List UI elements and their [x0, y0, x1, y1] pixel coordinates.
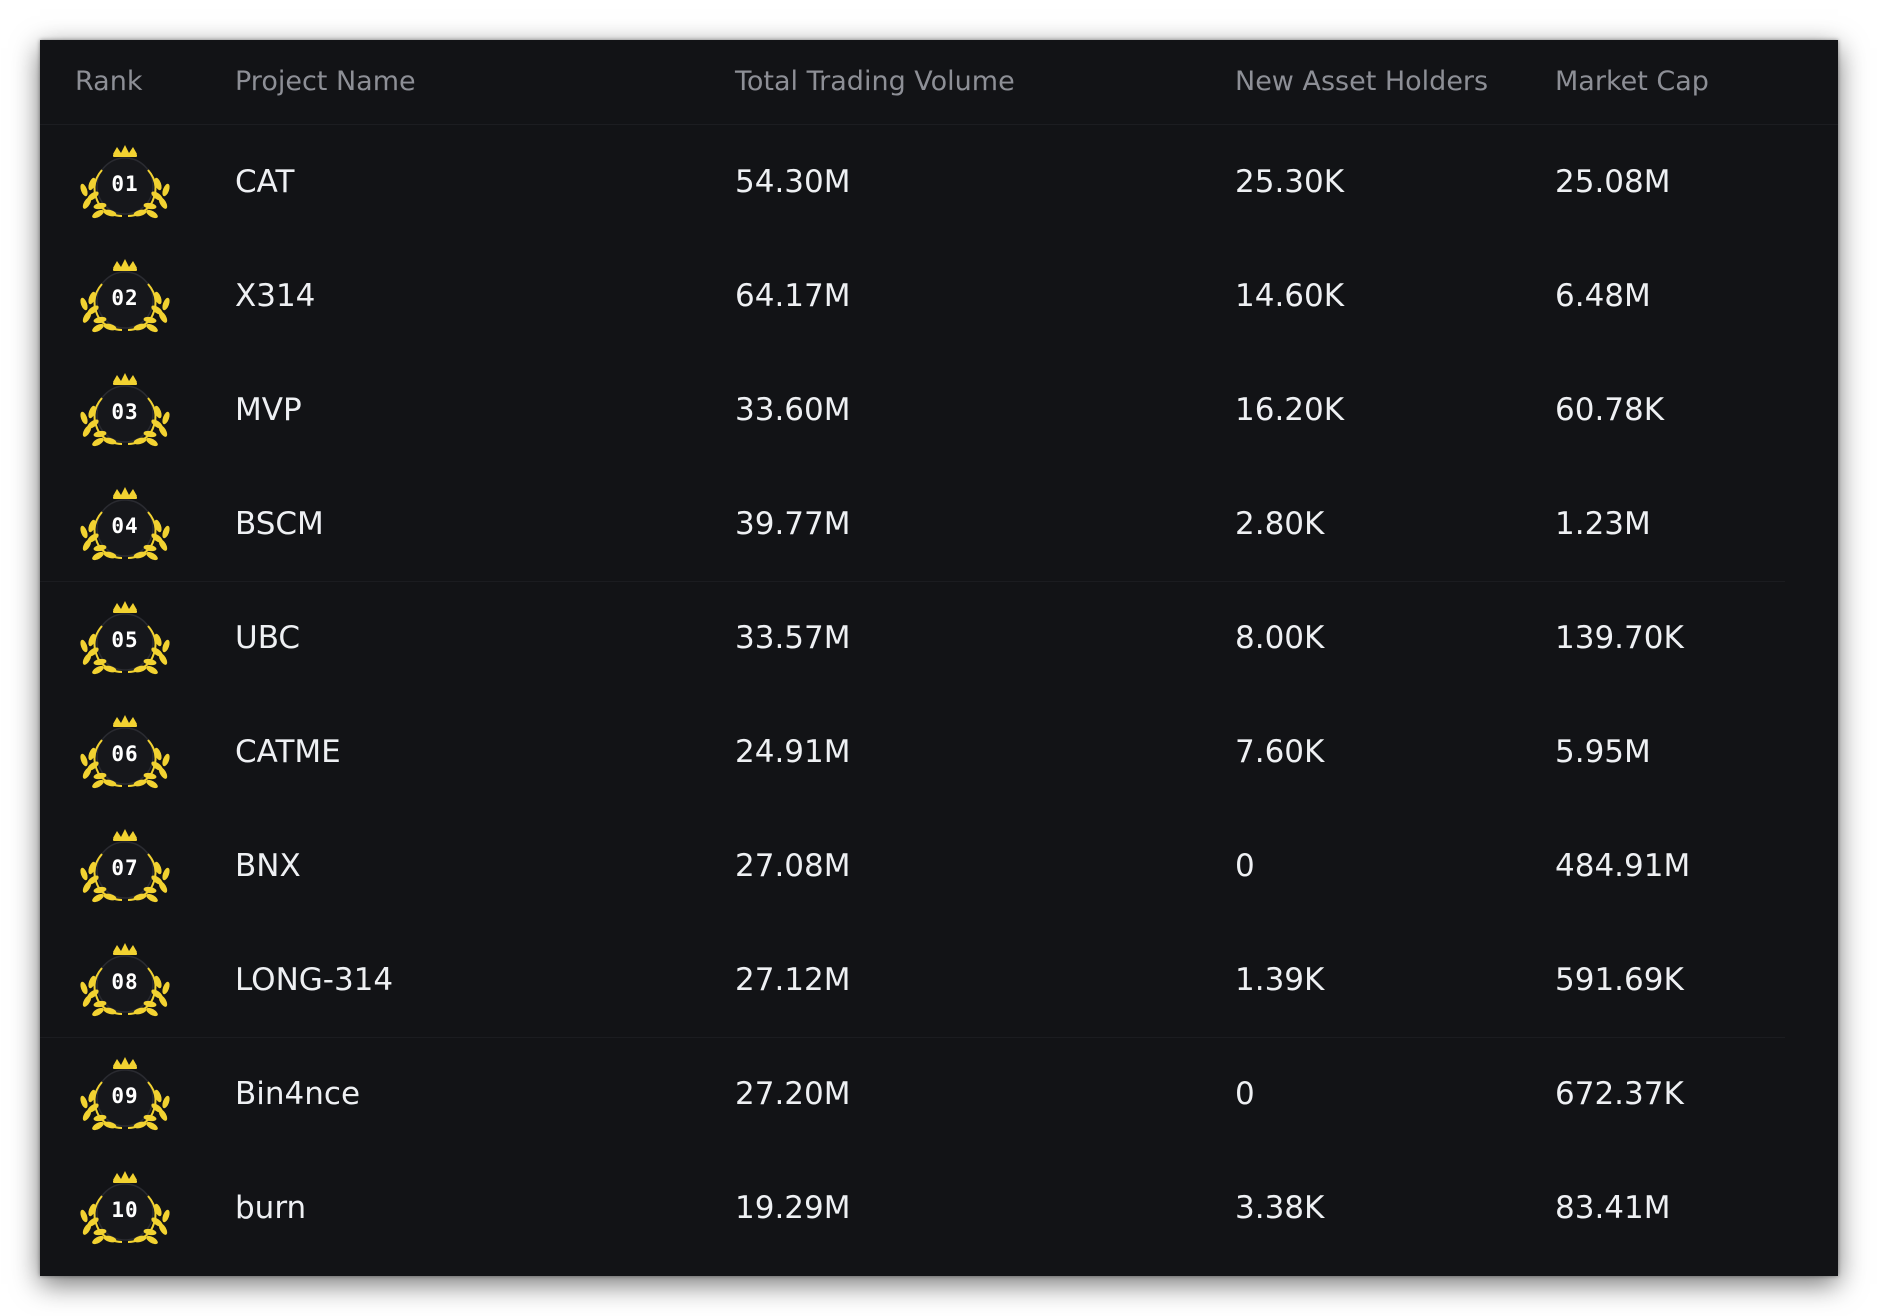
rank-number: 05	[111, 628, 139, 652]
rank-number: 07	[111, 856, 139, 880]
rank-badge: 10	[70, 1166, 180, 1252]
rank-badge: 09	[70, 1052, 180, 1138]
rank-badge: 03	[70, 368, 180, 454]
table-row[interactable]: 05 UBC 33.57M 8.00K 139.70K	[40, 581, 1785, 695]
total-trading-volume: 27.12M	[735, 962, 851, 998]
total-trading-volume: 27.08M	[735, 848, 851, 884]
market-cap: 83.41M	[1555, 1190, 1671, 1226]
rank-number: 03	[111, 400, 139, 424]
project-name[interactable]: LONG-314	[235, 923, 393, 1037]
ranking-table: Rank Project Name Total Trading Volume N…	[40, 40, 1838, 1276]
total-trading-volume: 27.20M	[735, 1076, 851, 1112]
header-market-cap[interactable]: Market Cap	[1555, 40, 1709, 124]
project-name[interactable]: UBC	[235, 581, 300, 695]
rank-number: 01	[111, 172, 139, 196]
project-name[interactable]: CAT	[235, 125, 294, 239]
rank-number: 02	[111, 286, 139, 310]
table-row[interactable]: 04 BSCM 39.77M 2.80K 1.23M	[40, 467, 1785, 582]
rank-badge: 04	[70, 482, 180, 568]
rank-badge: 07	[70, 824, 180, 910]
project-name[interactable]: BNX	[235, 809, 301, 923]
rank-badge: 06	[70, 710, 180, 796]
total-trading-volume: 54.30M	[735, 164, 851, 200]
project-name[interactable]: BSCM	[235, 467, 324, 581]
table-header: Rank Project Name Total Trading Volume N…	[40, 40, 1838, 125]
table-row[interactable]: 08 LONG-314 27.12M 1.39K 591.69K	[40, 923, 1785, 1038]
market-cap: 25.08M	[1555, 164, 1671, 200]
header-project-name[interactable]: Project Name	[235, 40, 416, 124]
rank-badge: 05	[70, 596, 180, 682]
rank-number: 09	[111, 1084, 139, 1108]
market-cap: 672.37K	[1555, 1076, 1684, 1112]
new-asset-holders: 16.20K	[1235, 392, 1345, 428]
header-new-asset-holders[interactable]: New Asset Holders	[1235, 40, 1488, 124]
new-asset-holders: 1.39K	[1235, 962, 1325, 998]
table-row[interactable]: 06 CATME 24.91M 7.60K 5.95M	[40, 695, 1785, 809]
table-row[interactable]: 03 MVP 33.60M 16.20K 60.78K	[40, 353, 1785, 467]
total-trading-volume: 39.77M	[735, 506, 851, 542]
project-name[interactable]: Bin4nce	[235, 1037, 360, 1151]
rank-number: 04	[111, 514, 139, 538]
rank-badge: 01	[70, 140, 180, 226]
total-trading-volume: 64.17M	[735, 278, 851, 314]
market-cap: 591.69K	[1555, 962, 1684, 998]
rank-number: 06	[111, 742, 139, 766]
new-asset-holders: 25.30K	[1235, 164, 1345, 200]
table-row[interactable]: 01 CAT 54.30M 25.30K 25.08M	[40, 125, 1785, 239]
rank-badge: 02	[70, 254, 180, 340]
market-cap: 5.95M	[1555, 734, 1651, 770]
new-asset-holders: 0	[1235, 1076, 1255, 1112]
total-trading-volume: 19.29M	[735, 1190, 851, 1226]
total-trading-volume: 33.57M	[735, 620, 851, 656]
new-asset-holders: 3.38K	[1235, 1190, 1325, 1226]
table-row[interactable]: 09 Bin4nce 27.20M 0 672.37K	[40, 1037, 1785, 1151]
market-cap: 6.48M	[1555, 278, 1651, 314]
rank-number: 10	[111, 1198, 139, 1222]
project-name[interactable]: MVP	[235, 353, 302, 467]
rank-badge: 08	[70, 938, 180, 1024]
header-total-trading-volume[interactable]: Total Trading Volume	[735, 40, 1015, 124]
market-cap: 60.78K	[1555, 392, 1665, 428]
new-asset-holders: 14.60K	[1235, 278, 1345, 314]
market-cap: 1.23M	[1555, 506, 1651, 542]
rank-number: 08	[111, 970, 139, 994]
project-name[interactable]: burn	[235, 1151, 306, 1265]
project-name[interactable]: CATME	[235, 695, 341, 809]
new-asset-holders: 7.60K	[1235, 734, 1325, 770]
new-asset-holders: 8.00K	[1235, 620, 1325, 656]
table-row[interactable]: 07 BNX 27.08M 0 484.91M	[40, 809, 1785, 923]
project-name[interactable]: X314	[235, 239, 315, 353]
new-asset-holders: 2.80K	[1235, 506, 1325, 542]
market-cap: 139.70K	[1555, 620, 1684, 656]
total-trading-volume: 24.91M	[735, 734, 851, 770]
table-row[interactable]: 02 X314 64.17M 14.60K 6.48M	[40, 239, 1785, 353]
table-row[interactable]: 10 burn 19.29M 3.38K 83.41M	[40, 1151, 1785, 1265]
header-rank[interactable]: Rank	[75, 40, 142, 124]
total-trading-volume: 33.60M	[735, 392, 851, 428]
new-asset-holders: 0	[1235, 848, 1255, 884]
market-cap: 484.91M	[1555, 848, 1691, 884]
